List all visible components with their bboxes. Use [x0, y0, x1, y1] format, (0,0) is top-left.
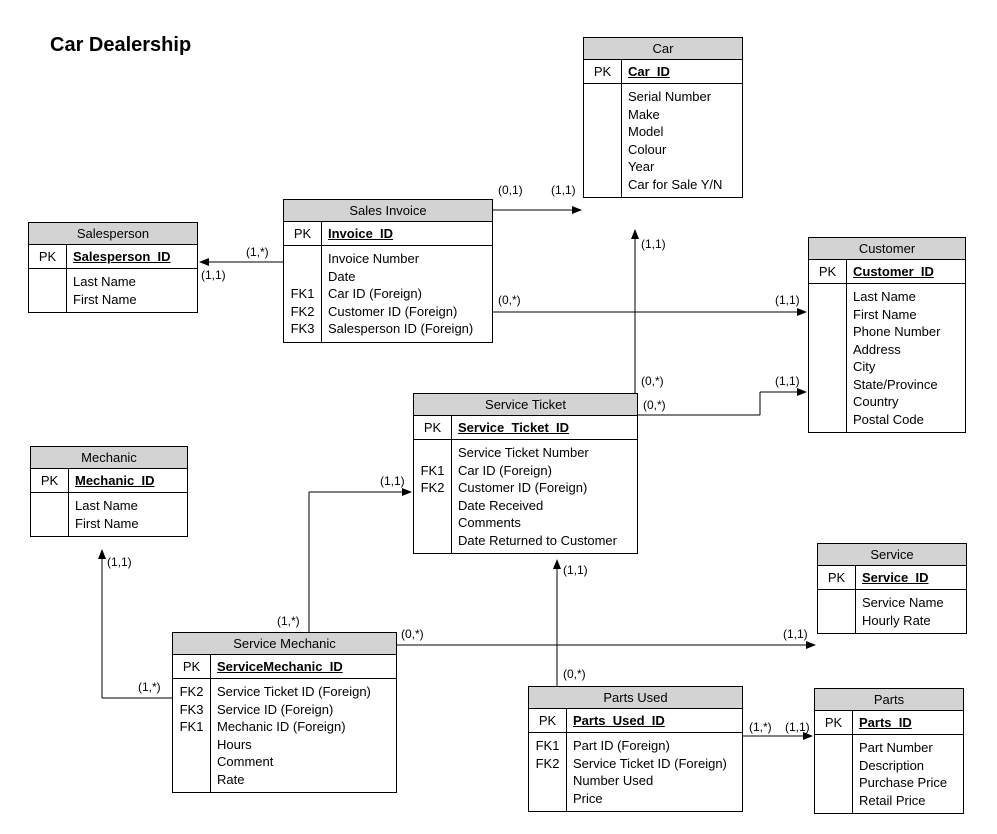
cardinality: (0,*): [401, 627, 424, 641]
entity-parts-used: Parts Used PK Parts_Used_ID FK1 FK2 Part…: [528, 686, 743, 812]
pk-field: Mechanic_ID: [69, 469, 187, 492]
attrs: Invoice Number Date Car ID (Foreign) Cus…: [322, 246, 492, 342]
cardinality: (0,*): [643, 398, 666, 412]
attrs: Last Name First Name Phone Number Addres…: [847, 284, 965, 432]
cardinality: (1,1): [641, 237, 666, 251]
entity-mechanic: Mechanic PK Mechanic_ID Last Name First …: [30, 446, 188, 537]
attrs: Service Ticket ID (Foreign) Service ID (…: [211, 679, 396, 792]
pk-label: PK: [29, 245, 67, 268]
pk-field: Customer_ID: [847, 260, 965, 283]
entity-parts: Parts PK Parts_ID Part Number Descriptio…: [814, 688, 964, 814]
attrs: Part ID (Foreign) Service Ticket ID (For…: [567, 733, 742, 811]
cardinality: (1,1): [785, 720, 810, 734]
cardinality: (1,1): [775, 374, 800, 388]
page-title: Car Dealership: [50, 34, 191, 57]
entity-header: Parts: [815, 689, 963, 711]
entity-sales-invoice: Sales Invoice PK Invoice_ID FK1 FK2 FK3 …: [283, 199, 493, 343]
attrs: Part Number Description Purchase Price R…: [853, 735, 963, 813]
pk-field: Parts_ID: [853, 711, 963, 734]
fk-labels: FK1 FK2: [414, 440, 452, 553]
entity-service-ticket: Service Ticket PK Service_Ticket_ID FK1 …: [413, 393, 638, 554]
pk-field: Service_Ticket_ID: [452, 416, 637, 439]
entity-header: Service Ticket: [414, 394, 637, 416]
cardinality: (1,*): [277, 614, 300, 628]
pk-label: PK: [31, 469, 69, 492]
pk-label: PK: [284, 222, 322, 245]
cardinality: (0,1): [498, 183, 523, 197]
cardinality: (1,*): [749, 720, 772, 734]
pk-label: PK: [809, 260, 847, 283]
attrs: Service Ticket Number Car ID (Foreign) C…: [452, 440, 637, 553]
entity-header: Customer: [809, 238, 965, 260]
cardinality: (1,1): [775, 293, 800, 307]
pk-label: PK: [815, 711, 853, 734]
cardinality: (0,*): [563, 667, 586, 681]
entity-car: Car PK Car_ID Serial Number Make Model C…: [583, 37, 743, 198]
cardinality: (1,1): [380, 474, 405, 488]
pk-field: Car_ID: [622, 60, 742, 83]
pk-field: Parts_Used_ID: [567, 709, 742, 732]
attrs: Service Name Hourly Rate: [856, 590, 966, 633]
cardinality: (1,*): [246, 245, 269, 259]
pk-field: Invoice_ID: [322, 222, 492, 245]
entity-service: Service PK Service_ID Service Name Hourl…: [817, 543, 967, 634]
pk-label: PK: [414, 416, 452, 439]
entity-header: Service: [818, 544, 966, 566]
pk-field: Service_ID: [856, 566, 966, 589]
attrs: Last Name First Name: [69, 493, 187, 536]
cardinality: (1,1): [563, 563, 588, 577]
cardinality: (1,1): [201, 268, 226, 282]
entity-service-mechanic: Service Mechanic PK ServiceMechanic_ID F…: [172, 632, 397, 793]
entity-header: Parts Used: [529, 687, 742, 709]
cardinality: (0,*): [498, 293, 521, 307]
entity-salesperson: Salesperson PK Salesperson_ID Last Name …: [28, 222, 198, 313]
attrs: Last Name First Name: [67, 269, 197, 312]
cardinality: (0,*): [641, 374, 664, 388]
pk-label: PK: [818, 566, 856, 589]
entity-header: Service Mechanic: [173, 633, 396, 655]
cardinality: (1,1): [551, 183, 576, 197]
entity-header: Salesperson: [29, 223, 197, 245]
cardinality: (1,1): [107, 555, 132, 569]
attrs: Serial Number Make Model Colour Year Car…: [622, 84, 742, 197]
entity-header: Mechanic: [31, 447, 187, 469]
pk-label: PK: [173, 655, 211, 678]
pk-field: ServiceMechanic_ID: [211, 655, 396, 678]
cardinality: (1,*): [138, 680, 161, 694]
cardinality: (1,1): [783, 627, 808, 641]
entity-customer: Customer PK Customer_ID Last Name First …: [808, 237, 966, 433]
fk-labels: FK1 FK2 FK3: [284, 246, 322, 342]
entity-header: Sales Invoice: [284, 200, 492, 222]
fk-labels: FK2 FK3 FK1: [173, 679, 211, 792]
pk-label: PK: [584, 60, 622, 83]
fk-labels: FK1 FK2: [529, 733, 567, 811]
pk-label: PK: [529, 709, 567, 732]
entity-header: Car: [584, 38, 742, 60]
pk-field: Salesperson_ID: [67, 245, 197, 268]
